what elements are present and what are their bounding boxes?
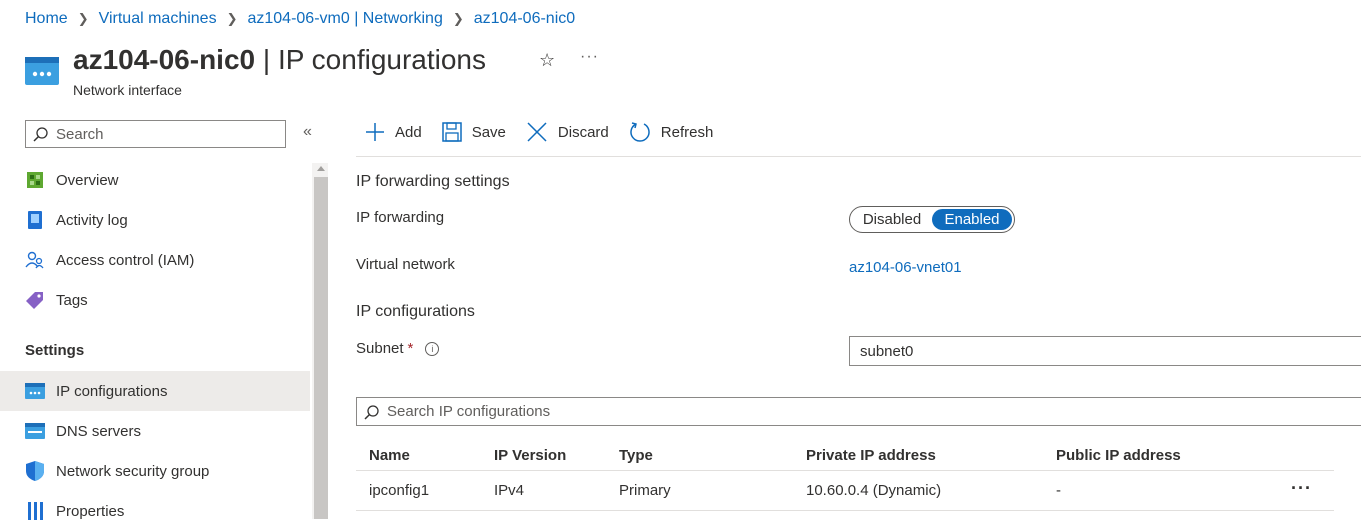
sidebar-search	[25, 120, 286, 148]
plus-icon	[366, 123, 384, 141]
save-button[interactable]: Save	[441, 122, 506, 142]
ip-config-search	[356, 397, 1361, 426]
ip-configurations-heading: IP configurations	[356, 303, 475, 320]
scroll-up-icon[interactable]	[317, 166, 325, 171]
sidebar-item-label: Network security group	[56, 462, 210, 480]
ip-config-icon	[25, 381, 45, 401]
scrollbar-thumb[interactable]	[314, 177, 328, 519]
refresh-icon	[630, 122, 650, 142]
chevron-right-icon: ❯	[452, 11, 464, 26]
sidebar-item-nsg[interactable]: Network security group	[0, 451, 310, 491]
sidebar-item-label: Overview	[56, 171, 119, 189]
cell-public-ip: -	[1056, 482, 1061, 499]
breadcrumb-home[interactable]: Home	[25, 10, 68, 28]
ip-forwarding-heading: IP forwarding settings	[356, 173, 510, 190]
sidebar-section-settings: Settings	[25, 342, 85, 359]
column-header-name[interactable]: Name	[369, 441, 410, 470]
add-label: Add	[395, 123, 422, 141]
sidebar-item-label: IP configurations	[56, 382, 168, 400]
sidebar-item-activity-log[interactable]: Activity log	[0, 200, 310, 240]
subnet-select[interactable]: subnet0	[849, 336, 1361, 366]
row-more-icon[interactable]: ···	[1291, 471, 1312, 505]
subnet-label: Subnet	[356, 340, 404, 357]
command-bar: Add Save Discard Refresh	[365, 121, 733, 143]
subnet-label-group: Subnet * i	[356, 340, 440, 357]
toolbar-divider	[356, 156, 1361, 157]
sidebar-item-label: Access control (IAM)	[56, 251, 195, 269]
column-header-type[interactable]: Type	[619, 441, 653, 470]
sidebar-item-label: Activity log	[56, 211, 128, 229]
sidebar-item-properties[interactable]: Properties	[0, 491, 310, 531]
breadcrumb-virtual-machines[interactable]: Virtual machines	[99, 10, 217, 28]
toggle-option-enabled[interactable]: Enabled	[932, 209, 1012, 230]
ip-forwarding-toggle[interactable]: Disabled Enabled	[849, 206, 1015, 233]
nsg-shield-icon	[25, 461, 45, 481]
more-icon[interactable]: ···	[580, 48, 599, 66]
search-icon	[364, 404, 379, 420]
page-subtitle: Network interface	[73, 82, 182, 98]
sidebar-scrollbar[interactable]	[312, 163, 328, 519]
sidebar-item-dns-servers[interactable]: DNS servers	[0, 411, 310, 451]
cell-ip-version: IPv4	[494, 482, 525, 499]
cell-name: ipconfig1	[369, 482, 430, 499]
sidebar-search-input[interactable]	[54, 124, 278, 144]
sidebar-item-iam[interactable]: Access control (IAM)	[0, 240, 310, 280]
sidebar-item-ip-configurations[interactable]: IP configurations	[0, 371, 310, 411]
page-title-resource: az104-06-nic0	[73, 44, 256, 75]
subnet-value: subnet0	[860, 342, 914, 360]
page-title: az104-06-nic0 | IP configurations	[73, 44, 486, 76]
sidebar-item-label: Tags	[56, 291, 88, 309]
save-icon	[441, 122, 462, 142]
properties-icon	[25, 501, 45, 521]
discard-label: Discard	[557, 123, 609, 141]
toggle-option-disabled[interactable]: Disabled	[852, 209, 932, 230]
ip-config-search-input[interactable]	[385, 402, 1289, 421]
network-interface-icon	[25, 57, 59, 85]
close-icon	[527, 122, 547, 142]
save-label: Save	[471, 123, 506, 141]
refresh-label: Refresh	[660, 123, 714, 141]
refresh-button[interactable]: Refresh	[629, 121, 714, 143]
info-icon[interactable]: i	[425, 342, 440, 356]
chevron-right-icon: ❯	[226, 11, 238, 26]
sidebar-item-overview[interactable]: Overview	[0, 160, 310, 200]
sidebar-item-tags[interactable]: Tags	[0, 280, 310, 320]
required-marker: *	[407, 340, 414, 357]
add-button[interactable]: Add	[365, 122, 422, 142]
star-icon[interactable]: ☆	[539, 50, 555, 71]
column-header-ip-version[interactable]: IP Version	[494, 441, 566, 470]
collapse-sidebar-icon[interactable]: «	[303, 123, 312, 141]
breadcrumb-vm-networking[interactable]: az104-06-vm0 | Networking	[247, 10, 442, 28]
virtual-network-label: Virtual network	[356, 256, 455, 273]
breadcrumb-nic[interactable]: az104-06-nic0	[474, 10, 575, 28]
iam-icon	[25, 250, 45, 270]
column-header-private-ip[interactable]: Private IP address	[806, 441, 936, 470]
table-row[interactable]: ipconfig1 IPv4 Primary 10.60.0.4 (Dynami…	[356, 471, 1334, 511]
tag-icon	[25, 290, 45, 310]
overview-icon	[25, 170, 45, 190]
sidebar-item-label: DNS servers	[56, 422, 142, 440]
search-icon	[33, 127, 48, 142]
sidebar-item-label: Properties	[56, 502, 125, 520]
cell-private-ip: 10.60.0.4 (Dynamic)	[806, 482, 942, 499]
column-header-public-ip[interactable]: Public IP address	[1056, 441, 1181, 470]
discard-button[interactable]: Discard	[526, 121, 609, 143]
activity-log-icon	[25, 210, 45, 230]
breadcrumb: Home ❯ Virtual machines ❯ az104-06-vm0 |…	[25, 10, 575, 28]
table-header: Name IP Version Type Private IP address …	[356, 441, 1334, 471]
chevron-right-icon: ❯	[77, 11, 89, 26]
page-title-section: | IP configurations	[255, 44, 486, 75]
dns-icon	[25, 421, 45, 441]
virtual-network-link[interactable]: az104-06-vnet01	[849, 259, 962, 276]
cell-type: Primary	[619, 482, 671, 499]
ip-forwarding-label: IP forwarding	[356, 209, 445, 226]
